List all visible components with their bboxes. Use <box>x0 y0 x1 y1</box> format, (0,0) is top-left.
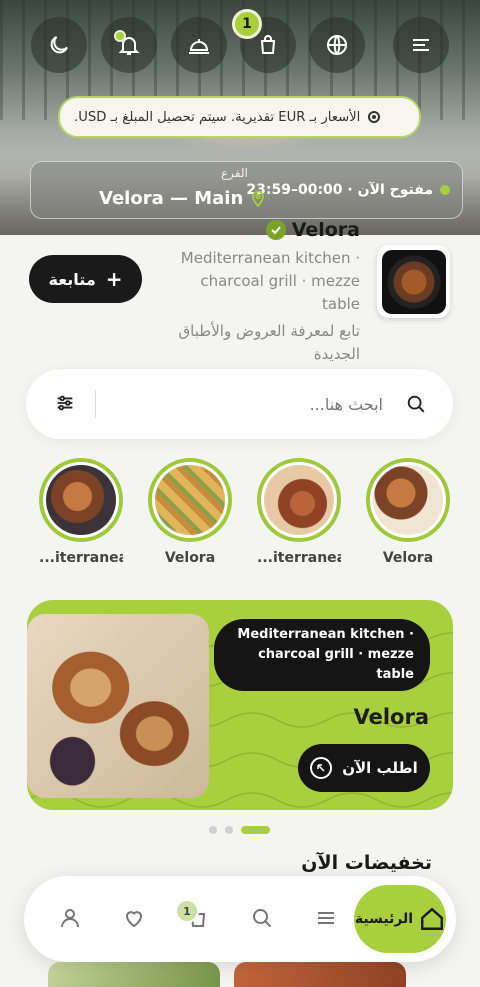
category-carousel: Velora ...iterranean Velora ...iterranea… <box>0 458 480 573</box>
nav-cart[interactable]: 1 <box>175 899 214 934</box>
restaurant-name: Velora <box>291 219 360 241</box>
carousel-pagination <box>209 826 270 834</box>
notification-dot <box>114 30 126 42</box>
home-icon <box>421 907 444 930</box>
restaurant-description: Mediterranean kitchen · charcoal grill ·… <box>160 247 360 366</box>
branch-selector[interactable]: Velora — Main <box>99 188 265 209</box>
menu-icon <box>318 912 334 924</box>
category-label: ...iterranean <box>257 550 341 566</box>
open-status-dot <box>440 185 450 195</box>
category-item[interactable]: Velora <box>366 458 450 566</box>
nav-favorites[interactable] <box>118 902 150 934</box>
menu-button[interactable] <box>393 17 449 73</box>
cart-count-badge: 1 <box>232 9 262 39</box>
category-item[interactable]: ...iterranean <box>39 458 123 566</box>
verified-badge-icon <box>265 220 286 240</box>
nav-home[interactable]: الرئيسية <box>354 885 446 953</box>
category-image <box>39 458 123 542</box>
shopping-bag-icon <box>260 35 276 54</box>
category-image <box>366 458 450 542</box>
section-title-discounts: تخفيضات الآن <box>301 852 432 874</box>
category-label: Velora <box>382 550 434 566</box>
pagination-dot[interactable] <box>225 826 233 834</box>
search-input[interactable] <box>143 391 383 417</box>
dark-mode-icon <box>50 36 68 54</box>
category-image <box>148 458 232 542</box>
category-label: Velora <box>164 550 216 566</box>
banner-title: Velora <box>353 705 430 729</box>
follow-button[interactable]: + متابعة <box>29 255 142 303</box>
hero-header: 1 الأسعار بـ EUR تقديرية. سيتم تحصيل الم… <box>0 0 480 235</box>
menu-icon <box>413 39 429 51</box>
discount-card[interactable] <box>234 962 406 987</box>
location-pin-icon <box>252 190 265 207</box>
search-icon <box>407 395 425 413</box>
follow-label: متابعة <box>48 269 96 289</box>
search-bar <box>26 369 453 439</box>
filter-icon[interactable] <box>54 392 76 414</box>
follow-hint: تابع لمعرفة العروض والأطباق الجديدة <box>178 322 360 363</box>
open-status: مفتوح الآن · 00:00–23:59 <box>246 182 450 198</box>
open-status-text: مفتوح الآن · 00:00–23:59 <box>246 182 433 198</box>
user-icon <box>61 909 79 928</box>
bottom-navigation: 1 الرئيسية <box>24 876 456 962</box>
restaurant-logo-image <box>381 249 446 314</box>
notifications-button[interactable] <box>101 17 157 73</box>
discount-card[interactable] <box>48 962 220 987</box>
currency-notice: الأسعار بـ EUR تقديرية. سيتم تحصيل المبل… <box>58 96 421 138</box>
banner-tagline: Mediterranean kitchen · charcoal grill ·… <box>214 619 430 691</box>
category-image <box>257 458 341 542</box>
heart-icon <box>125 911 143 928</box>
branch-name: Velora — Main <box>99 188 244 209</box>
branch-label: الفرع <box>221 166 248 180</box>
search-divider <box>95 390 96 418</box>
category-item[interactable]: ...iterranean <box>257 458 341 566</box>
info-pin-icon <box>368 111 381 123</box>
search-icon <box>253 909 272 928</box>
order-now-label: اطلب الآن <box>342 759 418 777</box>
nav-home-label: الرئيسية <box>354 911 414 927</box>
follow-plus-icon: + <box>105 267 123 291</box>
pagination-dot-active[interactable] <box>241 826 270 834</box>
banner-food-image <box>27 614 209 798</box>
dark-mode-button[interactable] <box>31 17 87 73</box>
restaurant-tagline: Mediterranean kitchen · charcoal grill ·… <box>180 249 360 313</box>
order-now-button[interactable]: اطلب الآن <box>298 744 430 792</box>
cart-button[interactable]: 1 <box>232 9 296 73</box>
restaurant-logo <box>377 245 450 318</box>
restaurant-name-row: Velora <box>265 219 360 241</box>
cloche-icon <box>189 39 209 54</box>
nav-profile[interactable] <box>54 902 86 934</box>
dine-in-button[interactable] <box>171 17 227 73</box>
nav-menu[interactable] <box>310 902 342 934</box>
category-item[interactable]: Velora <box>148 458 232 566</box>
promo-banner[interactable]: Mediterranean kitchen · charcoal grill ·… <box>27 600 453 810</box>
globe-icon <box>327 35 347 55</box>
nav-search[interactable] <box>246 902 278 934</box>
arrow-up-left-icon <box>310 757 333 779</box>
nav-cart-badge: 1 <box>175 899 199 923</box>
branch-info-bar[interactable]: مفتوح الآن · 00:00–23:59 الفرع Velora — … <box>30 161 463 219</box>
currency-notice-text: الأسعار بـ EUR تقديرية. سيتم تحصيل المبل… <box>74 109 361 125</box>
app-page: 1 الأسعار بـ EUR تقديرية. سيتم تحصيل الم… <box>0 0 480 987</box>
category-label: ...iterranean <box>39 550 123 566</box>
language-button[interactable] <box>309 17 365 73</box>
pagination-dot[interactable] <box>209 826 217 834</box>
